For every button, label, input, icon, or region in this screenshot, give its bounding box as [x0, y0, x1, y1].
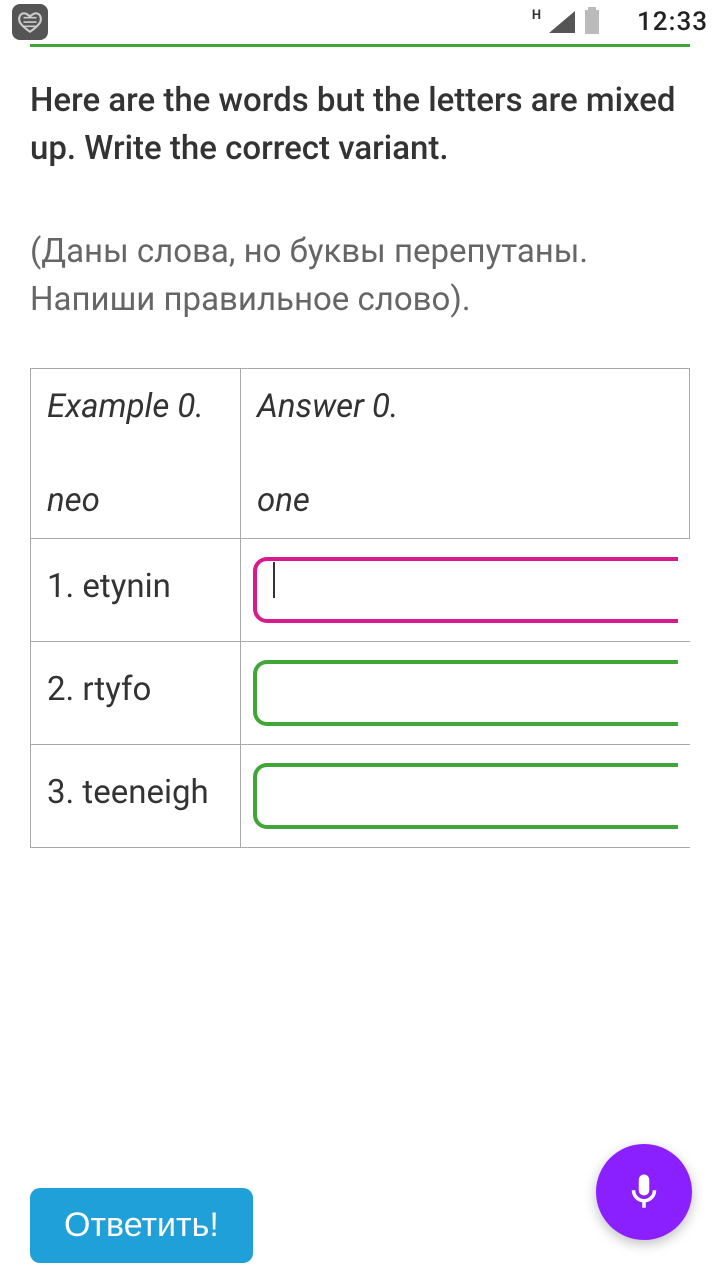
example-row: Example 0. neo Answer 0. one: [31, 369, 690, 539]
answer-input-3[interactable]: [253, 763, 678, 829]
example-label: Example 0.: [47, 387, 204, 426]
instruction-en: Here are the words but the letters are m…: [30, 77, 690, 173]
exercise-table: Example 0. neo Answer 0. one 1. etynin 2…: [30, 368, 690, 848]
answer-input-1[interactable]: [253, 557, 678, 623]
clock: 12:33: [637, 7, 708, 37]
prompt-cell: 2. rtyfo: [31, 642, 241, 745]
example-word: neo: [47, 481, 224, 520]
app-launcher-icon[interactable]: [12, 4, 48, 40]
network-type-label: H: [532, 8, 541, 23]
input-cell: [241, 642, 690, 745]
table-row: 3. teeneigh: [31, 745, 690, 848]
answer-input-2[interactable]: [253, 660, 678, 726]
prompt-cell: 3. teeneigh: [31, 745, 241, 848]
submit-button[interactable]: Ответить!: [30, 1188, 253, 1263]
example-answer-cell: Answer 0. one: [241, 369, 690, 539]
table-row: 2. rtyfo: [31, 642, 690, 745]
example-answer-label: Answer 0.: [257, 387, 398, 426]
microphone-icon: [623, 1171, 665, 1213]
table-row: 1. etynin: [31, 539, 690, 642]
voice-input-button[interactable]: [596, 1144, 692, 1240]
status-bar: H 12:33: [0, 0, 720, 44]
input-cell: [241, 745, 690, 848]
example-answer: one: [257, 481, 673, 520]
battery-icon: [585, 10, 599, 34]
example-prompt-cell: Example 0. neo: [31, 369, 241, 539]
input-cell: [241, 539, 690, 642]
prompt-cell: 1. etynin: [31, 539, 241, 642]
instruction-ru: (Даны слова, но буквы перепутаны. Напиши…: [30, 228, 690, 324]
signal-icon: [549, 11, 575, 33]
